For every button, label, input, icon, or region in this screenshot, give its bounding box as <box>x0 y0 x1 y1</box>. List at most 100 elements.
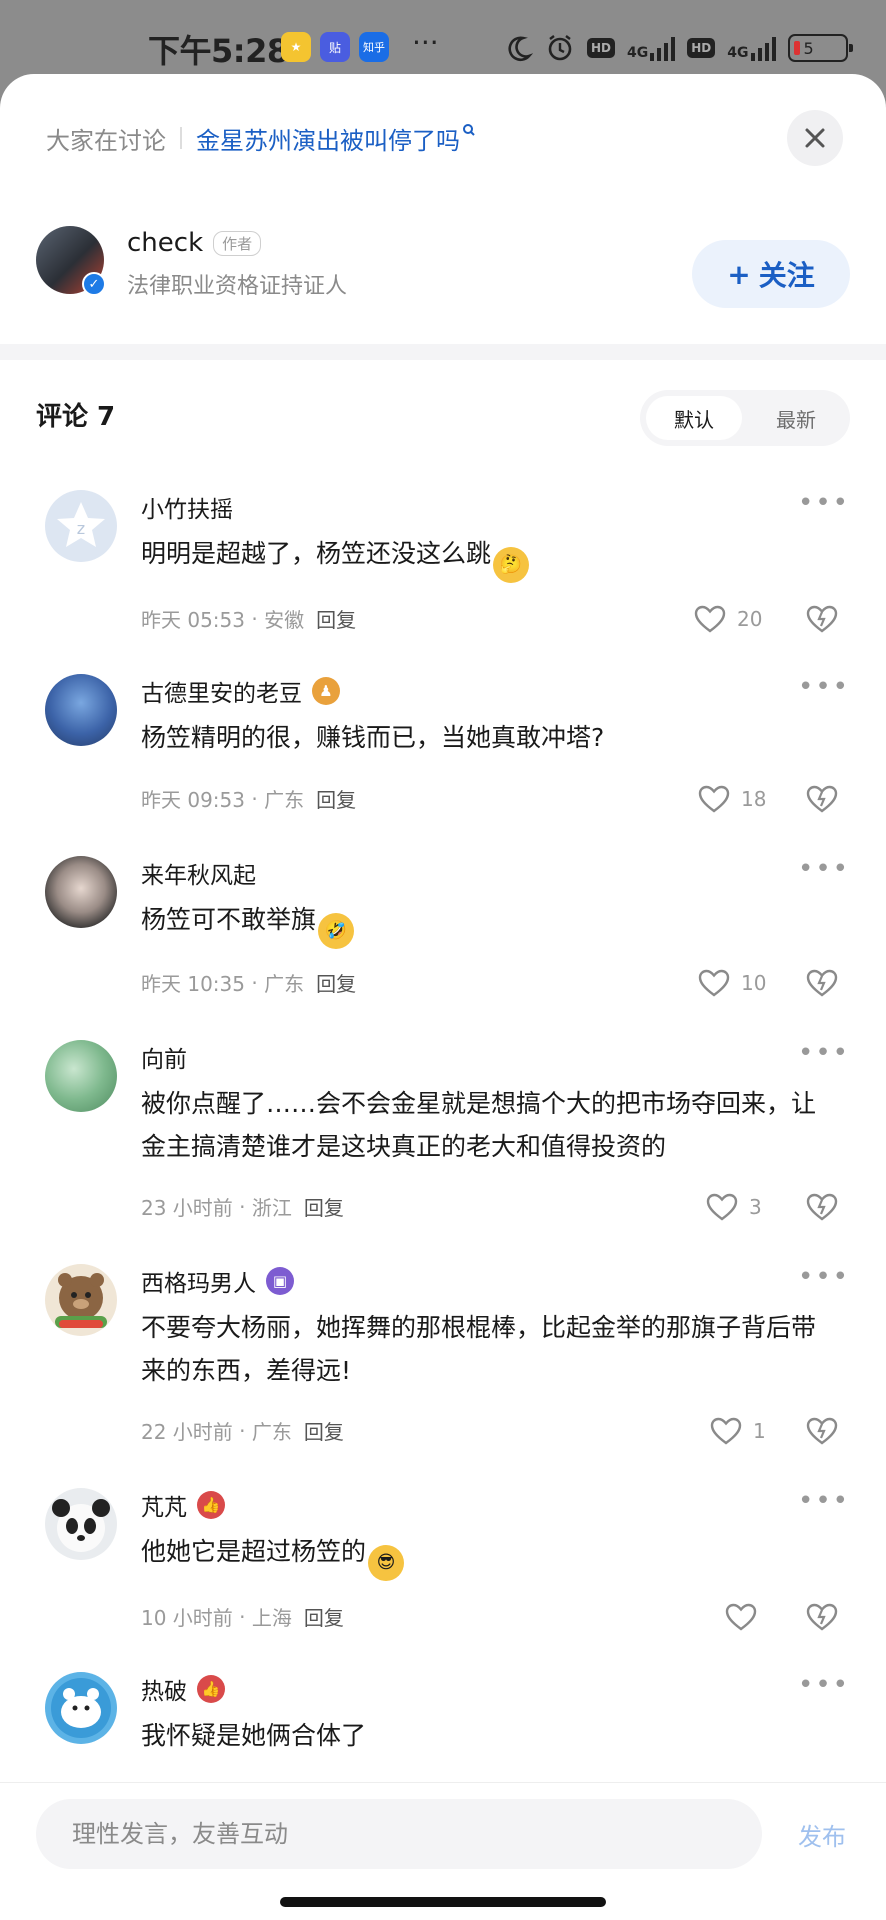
like-count: 1 <box>753 1419 766 1443</box>
heart-icon <box>698 969 730 997</box>
comment-avatar[interactable] <box>45 1040 117 1112</box>
comment-meta: 昨天 10:35 · 广东 回复 <box>141 968 356 997</box>
comment-meta: 23 小时前 · 浙江 回复 <box>141 1192 344 1221</box>
dislike-icon[interactable] <box>805 1192 839 1222</box>
comment-text: 杨笠可不敢举旗 🤣 <box>141 898 821 949</box>
verified-icon: ✓ <box>82 272 106 296</box>
like-count: 18 <box>741 787 767 811</box>
comment-avatar[interactable] <box>45 1488 117 1560</box>
comment-username[interactable]: 热破 👍 <box>141 1672 225 1706</box>
comment-text: 被你点醒了……会不会金星就是想搞个大的把市场夺回来，让金主搞清楚谁才是这块真正的… <box>141 1089 817 1161</box>
dislike-icon[interactable] <box>805 784 839 814</box>
home-indicator[interactable] <box>280 1897 606 1907</box>
signal-bars-icon <box>650 35 676 61</box>
dislike-icon[interactable] <box>805 1416 839 1446</box>
like-button[interactable]: 1 <box>709 1416 766 1446</box>
comment-text: 我怀疑是她俩合体了 <box>141 1721 367 1750</box>
close-icon <box>805 128 825 148</box>
comment-sheet: 大家在讨论 金星苏州演出被叫停了吗 ✓ check 作者 法律职业资格证持证人 … <box>0 74 886 1920</box>
author-description: 法律职业资格证持证人 <box>127 274 348 299</box>
thumbs-up-badge-icon: 👍 <box>197 1675 225 1703</box>
thumbs-up-badge-icon: 👍 <box>197 1491 225 1519</box>
topic-link[interactable]: 金星苏州演出被叫停了吗 <box>196 121 460 156</box>
more-options-icon[interactable]: ••• <box>798 1262 850 1292</box>
plus-icon: + <box>727 257 751 291</box>
topic-label: 大家在讨论 <box>46 126 166 155</box>
follow-button[interactable]: + 关注 <box>692 240 850 308</box>
heart-icon <box>706 1193 738 1221</box>
more-options-icon[interactable]: ••• <box>798 672 850 702</box>
reply-button[interactable]: 回复 <box>304 1192 344 1221</box>
status-indicators: HD 4G HD 4G 5 <box>505 30 853 66</box>
follow-label: 关注 <box>758 259 815 292</box>
alarm-icon <box>548 35 572 61</box>
more-notifications-icon: ··· <box>412 26 439 59</box>
like-button[interactable]: 3 <box>705 1192 762 1222</box>
svg-text:z: z <box>77 519 85 538</box>
reply-button[interactable]: 回复 <box>316 784 356 813</box>
heart-icon <box>710 1417 742 1445</box>
comment-username[interactable]: 向前 <box>141 1040 187 1074</box>
reply-button[interactable]: 回复 <box>304 1416 344 1445</box>
sort-latest-tab[interactable]: 最新 <box>748 396 844 440</box>
publish-button[interactable]: 发布 <box>798 1817 846 1852</box>
dislike-icon[interactable] <box>805 1602 839 1632</box>
reply-button[interactable]: 回复 <box>304 1602 344 1631</box>
zhihu-icon: 知乎 <box>359 32 389 62</box>
comment-avatar[interactable]: z <box>45 490 117 562</box>
comment-username[interactable]: 小竹扶摇 <box>141 490 233 524</box>
more-options-icon[interactable]: ••• <box>798 1486 850 1516</box>
app-notification-icon: ★ <box>281 32 311 62</box>
comment-text: 杨笠精明的很，赚钱而已，当她真敢冲塔? <box>141 723 605 752</box>
comment-avatar[interactable] <box>45 674 117 746</box>
sort-toggle: 默认 最新 <box>640 390 850 446</box>
comment-text: 不要夸大杨丽，她挥舞的那根棍棒，比起金举的那旗子背后带来的东西，差得远! <box>141 1313 817 1385</box>
comment-username[interactable]: 西格玛男人 ▣ <box>141 1264 294 1298</box>
comment-username[interactable]: 来年秋风起 <box>141 856 256 890</box>
comment-avatar[interactable] <box>45 856 117 928</box>
like-count: 3 <box>749 1195 762 1219</box>
comment-text: 明明是超越了，杨笠还没这么跳 🤔 <box>141 532 821 583</box>
section-divider <box>0 344 886 360</box>
comment-meta: 22 小时前 · 广东 回复 <box>141 1416 344 1445</box>
sort-default-tab[interactable]: 默认 <box>646 396 742 440</box>
comments-count-title: 评论 7 <box>36 402 116 432</box>
comment-username[interactable]: 古德里安的老豆 ♟ <box>141 674 340 708</box>
dislike-icon[interactable] <box>805 604 839 634</box>
more-options-icon[interactable]: ••• <box>798 488 850 518</box>
comment-avatar[interactable] <box>45 1672 117 1744</box>
signal-1: 4G <box>627 35 676 61</box>
comment-text: 他她它是超过杨笠的 😎 <box>141 1530 821 1581</box>
like-button[interactable]: 10 <box>697 968 766 998</box>
author-name-row: check 作者 <box>127 228 262 258</box>
reply-button[interactable]: 回复 <box>316 968 356 997</box>
comment-username[interactable]: 芃芃 👍 <box>141 1488 225 1522</box>
comment-meta: 昨天 05:53 · 安徽 回复 <box>141 604 356 633</box>
more-options-icon[interactable]: ••• <box>798 1038 850 1068</box>
author-name[interactable]: check <box>127 228 203 258</box>
close-button[interactable] <box>787 110 843 166</box>
like-button[interactable]: 18 <box>697 784 766 814</box>
like-button[interactable] <box>724 1602 768 1632</box>
comment-input[interactable] <box>36 1799 762 1869</box>
heart-icon <box>694 605 726 633</box>
reply-button[interactable]: 回复 <box>316 604 356 633</box>
hd-badge-2: HD <box>687 38 716 58</box>
divider <box>180 127 182 149</box>
tieba-icon: 贴 <box>320 32 350 62</box>
like-button[interactable]: 20 <box>693 604 762 634</box>
rofl-emoji-icon: 🤣 <box>318 913 355 949</box>
comment-avatar[interactable] <box>45 1264 117 1336</box>
bottom-input-bar: 发布 <box>0 1782 886 1920</box>
signal-bars-icon <box>750 35 776 61</box>
status-time: 下午5:28 <box>148 32 289 70</box>
like-count: 20 <box>737 607 763 631</box>
more-options-icon[interactable]: ••• <box>798 854 850 884</box>
more-options-icon[interactable]: ••• <box>798 1670 850 1700</box>
thinking-emoji-icon: 🤔 <box>493 547 530 583</box>
heart-icon <box>698 785 730 813</box>
hd-badge: HD <box>587 38 616 58</box>
user-badge-icon: ♟ <box>312 677 340 705</box>
dislike-icon[interactable] <box>805 968 839 998</box>
signal-2: 4G <box>727 35 776 61</box>
